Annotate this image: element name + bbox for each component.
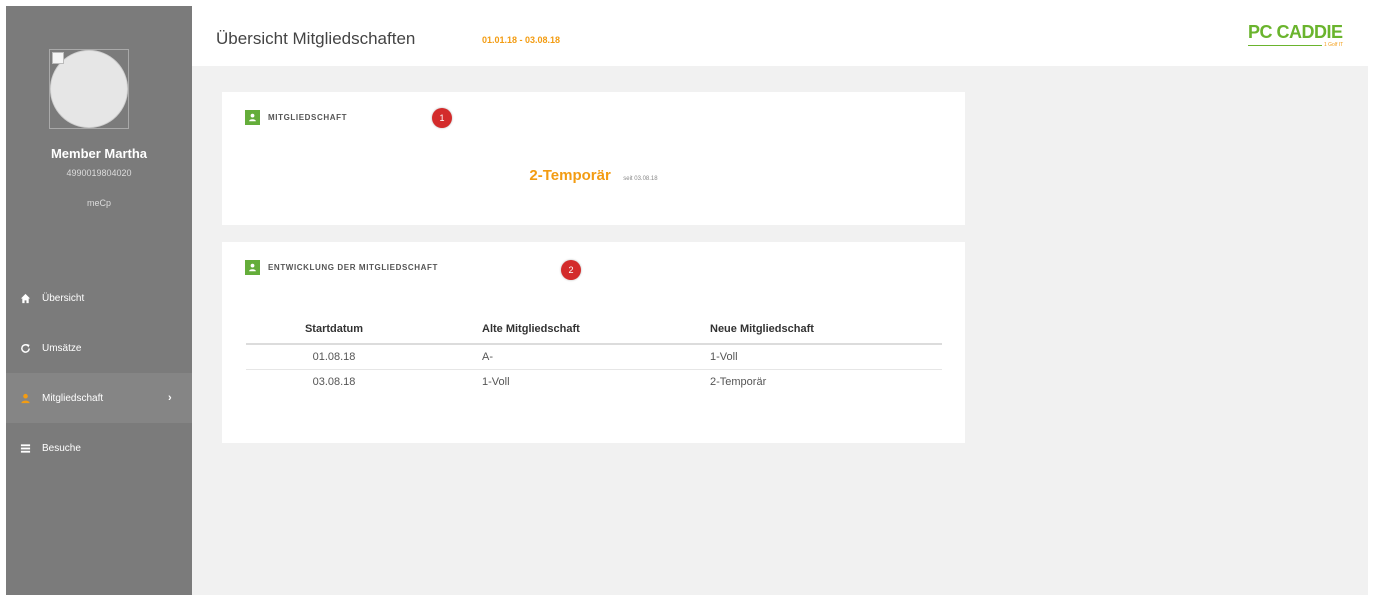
cell-startdatum: 03.08.18 xyxy=(312,375,356,388)
logo-subtext: 1 Golf IT xyxy=(1324,42,1344,48)
table-row: 03.08.18 1-Voll 2-Temporär xyxy=(246,369,942,394)
user-icon xyxy=(18,391,32,405)
column-header-neue-mitgliedschaft: Neue Mitgliedschaft xyxy=(710,314,942,345)
logo-underline xyxy=(1248,45,1322,46)
cell-neue-mitgliedschaft: 2-Temporär xyxy=(710,375,767,388)
membership-since: seit 03.08.18 xyxy=(623,176,658,182)
user-id: 4990019804020 xyxy=(66,168,132,178)
membership-history-table: Startdatum Alte Mitgliedschaft Neue Mitg… xyxy=(246,314,942,394)
user-icon xyxy=(245,110,260,125)
sidebar: Member Martha 4990019804020 meCp Übersic… xyxy=(6,6,192,595)
membership-value: 2-Temporär xyxy=(529,167,611,184)
annotation-badge: 2 xyxy=(561,260,581,280)
pc-caddie-logo[interactable]: PC CADDIE 1 Golf IT xyxy=(1248,22,1344,62)
user-icon xyxy=(245,260,260,275)
sidebar-item-mitgliedschaft[interactable]: Mitgliedschaft › xyxy=(6,373,192,423)
card-title: MITGLIEDSCHAFT xyxy=(268,113,348,122)
logo-text: PC CADDIE xyxy=(1248,22,1343,42)
card-header: ENTWICKLUNG DER MITGLIEDSCHAFT xyxy=(245,260,438,275)
user-app: meCp xyxy=(86,198,111,208)
sidebar-item-besuche[interactable]: Besuche xyxy=(6,423,192,473)
sidebar-item-label: Mitgliedschaft xyxy=(42,392,104,404)
list-icon xyxy=(18,441,32,455)
app-frame: Member Martha 4990019804020 meCp Übersic… xyxy=(6,6,1368,595)
sidebar-item-label: Übersicht xyxy=(42,292,85,304)
cell-alte-mitgliedschaft: 1-Voll xyxy=(482,375,510,388)
membership-status: 2-Temporär seit 03.08.18 xyxy=(222,167,965,185)
card-header: MITGLIEDSCHAFT xyxy=(245,110,347,125)
home-icon xyxy=(18,291,32,305)
membership-history-card: ENTWICKLUNG DER MITGLIEDSCHAFT 2 Startda… xyxy=(222,242,965,443)
column-header-alte-mitgliedschaft: Alte Mitgliedschaft xyxy=(482,314,710,345)
date-range: 01.01.18 - 03.08.18 xyxy=(482,35,561,45)
refresh-icon xyxy=(18,341,32,355)
annotation-badge: 1 xyxy=(432,108,452,128)
sidebar-item-label: Besuche xyxy=(42,442,81,454)
sidebar-item-uebersicht[interactable]: Übersicht xyxy=(6,273,192,323)
cell-startdatum: 01.08.18 xyxy=(246,344,482,370)
column-header-startdatum: Startdatum xyxy=(246,314,482,345)
page-title: Übersicht Mitgliedschaften xyxy=(216,29,416,48)
card-title: ENTWICKLUNG DER MITGLIEDSCHAFT xyxy=(268,263,438,272)
page-header: Übersicht Mitgliedschaften 01.01.18 - 03… xyxy=(192,6,1368,66)
user-name: Member Martha xyxy=(50,146,148,161)
sidebar-nav: Übersicht Umsätze Mitgliedschaft › Besuc… xyxy=(6,273,192,473)
sidebar-item-umsaetze[interactable]: Umsätze xyxy=(6,323,192,373)
table-header-row: Startdatum Alte Mitgliedschaft Neue Mitg… xyxy=(246,314,942,345)
cell-neue-mitgliedschaft: 1-Voll xyxy=(710,344,942,370)
table-row: 01.08.18 A- 1-Voll xyxy=(246,344,942,370)
broken-image-icon xyxy=(52,52,64,64)
membership-card: MITGLIEDSCHAFT 1 2-Temporär seit 03.08.1… xyxy=(222,92,965,225)
cell-alte-mitgliedschaft: A- xyxy=(482,344,710,370)
chevron-right-icon: › xyxy=(168,392,172,404)
sidebar-item-label: Umsätze xyxy=(42,342,82,354)
